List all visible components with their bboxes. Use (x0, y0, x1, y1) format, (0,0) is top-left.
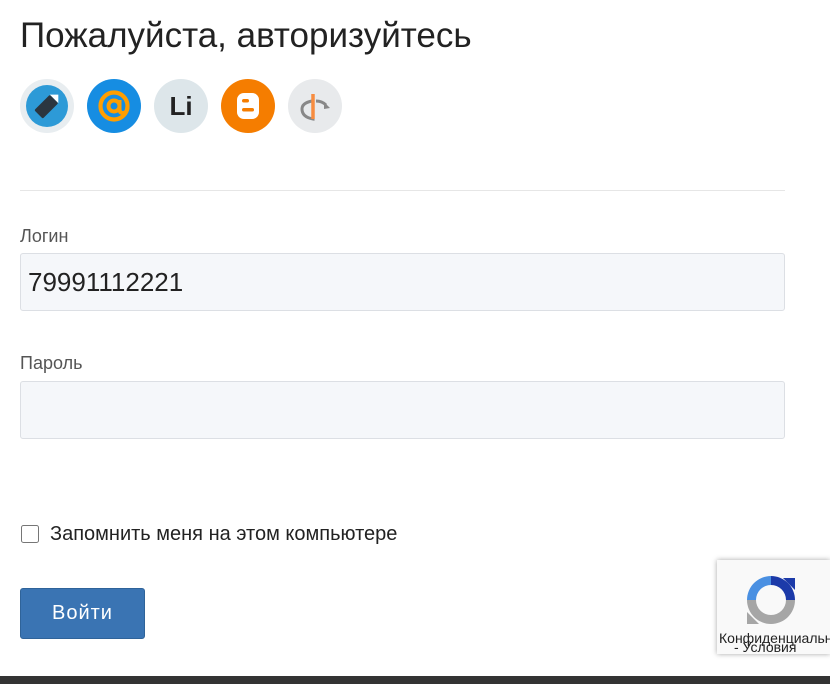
footer-bar (0, 676, 830, 684)
login-submit-button[interactable]: Войти (20, 588, 145, 639)
recaptcha-terms-link[interactable]: - Условия (734, 639, 796, 654)
svg-text:Li: Li (169, 91, 192, 121)
recaptcha-badge: Конфиденциальность - Условия (717, 560, 830, 654)
remember-me-checkbox[interactable] (21, 525, 39, 543)
mail-login-button[interactable] (87, 79, 141, 133)
blogger-icon (221, 79, 275, 133)
remember-me-label[interactable]: Запомнить меня на этом компьютере (50, 523, 397, 546)
liveinternet-li-icon: Li (154, 79, 208, 133)
openid-login-button[interactable] (288, 79, 342, 133)
livejournal-pencil-icon (20, 79, 74, 133)
divider (20, 190, 785, 191)
livejournal-login-button[interactable] (20, 79, 74, 133)
login-input[interactable] (20, 253, 785, 311)
recaptcha-logo-icon[interactable] (739, 568, 803, 632)
openid-icon (288, 79, 342, 133)
page-title: Пожалуйста, авторизуйтесь (20, 16, 472, 55)
liveinternet-login-button[interactable]: Li (154, 79, 208, 133)
login-label: Логин (20, 226, 69, 246)
password-label: Пароль (20, 353, 83, 373)
password-input[interactable] (20, 381, 785, 439)
mail-at-icon (87, 79, 141, 133)
remember-me-row: Запомнить меня на этом компьютере (20, 522, 397, 546)
blogger-login-button[interactable] (221, 79, 275, 133)
